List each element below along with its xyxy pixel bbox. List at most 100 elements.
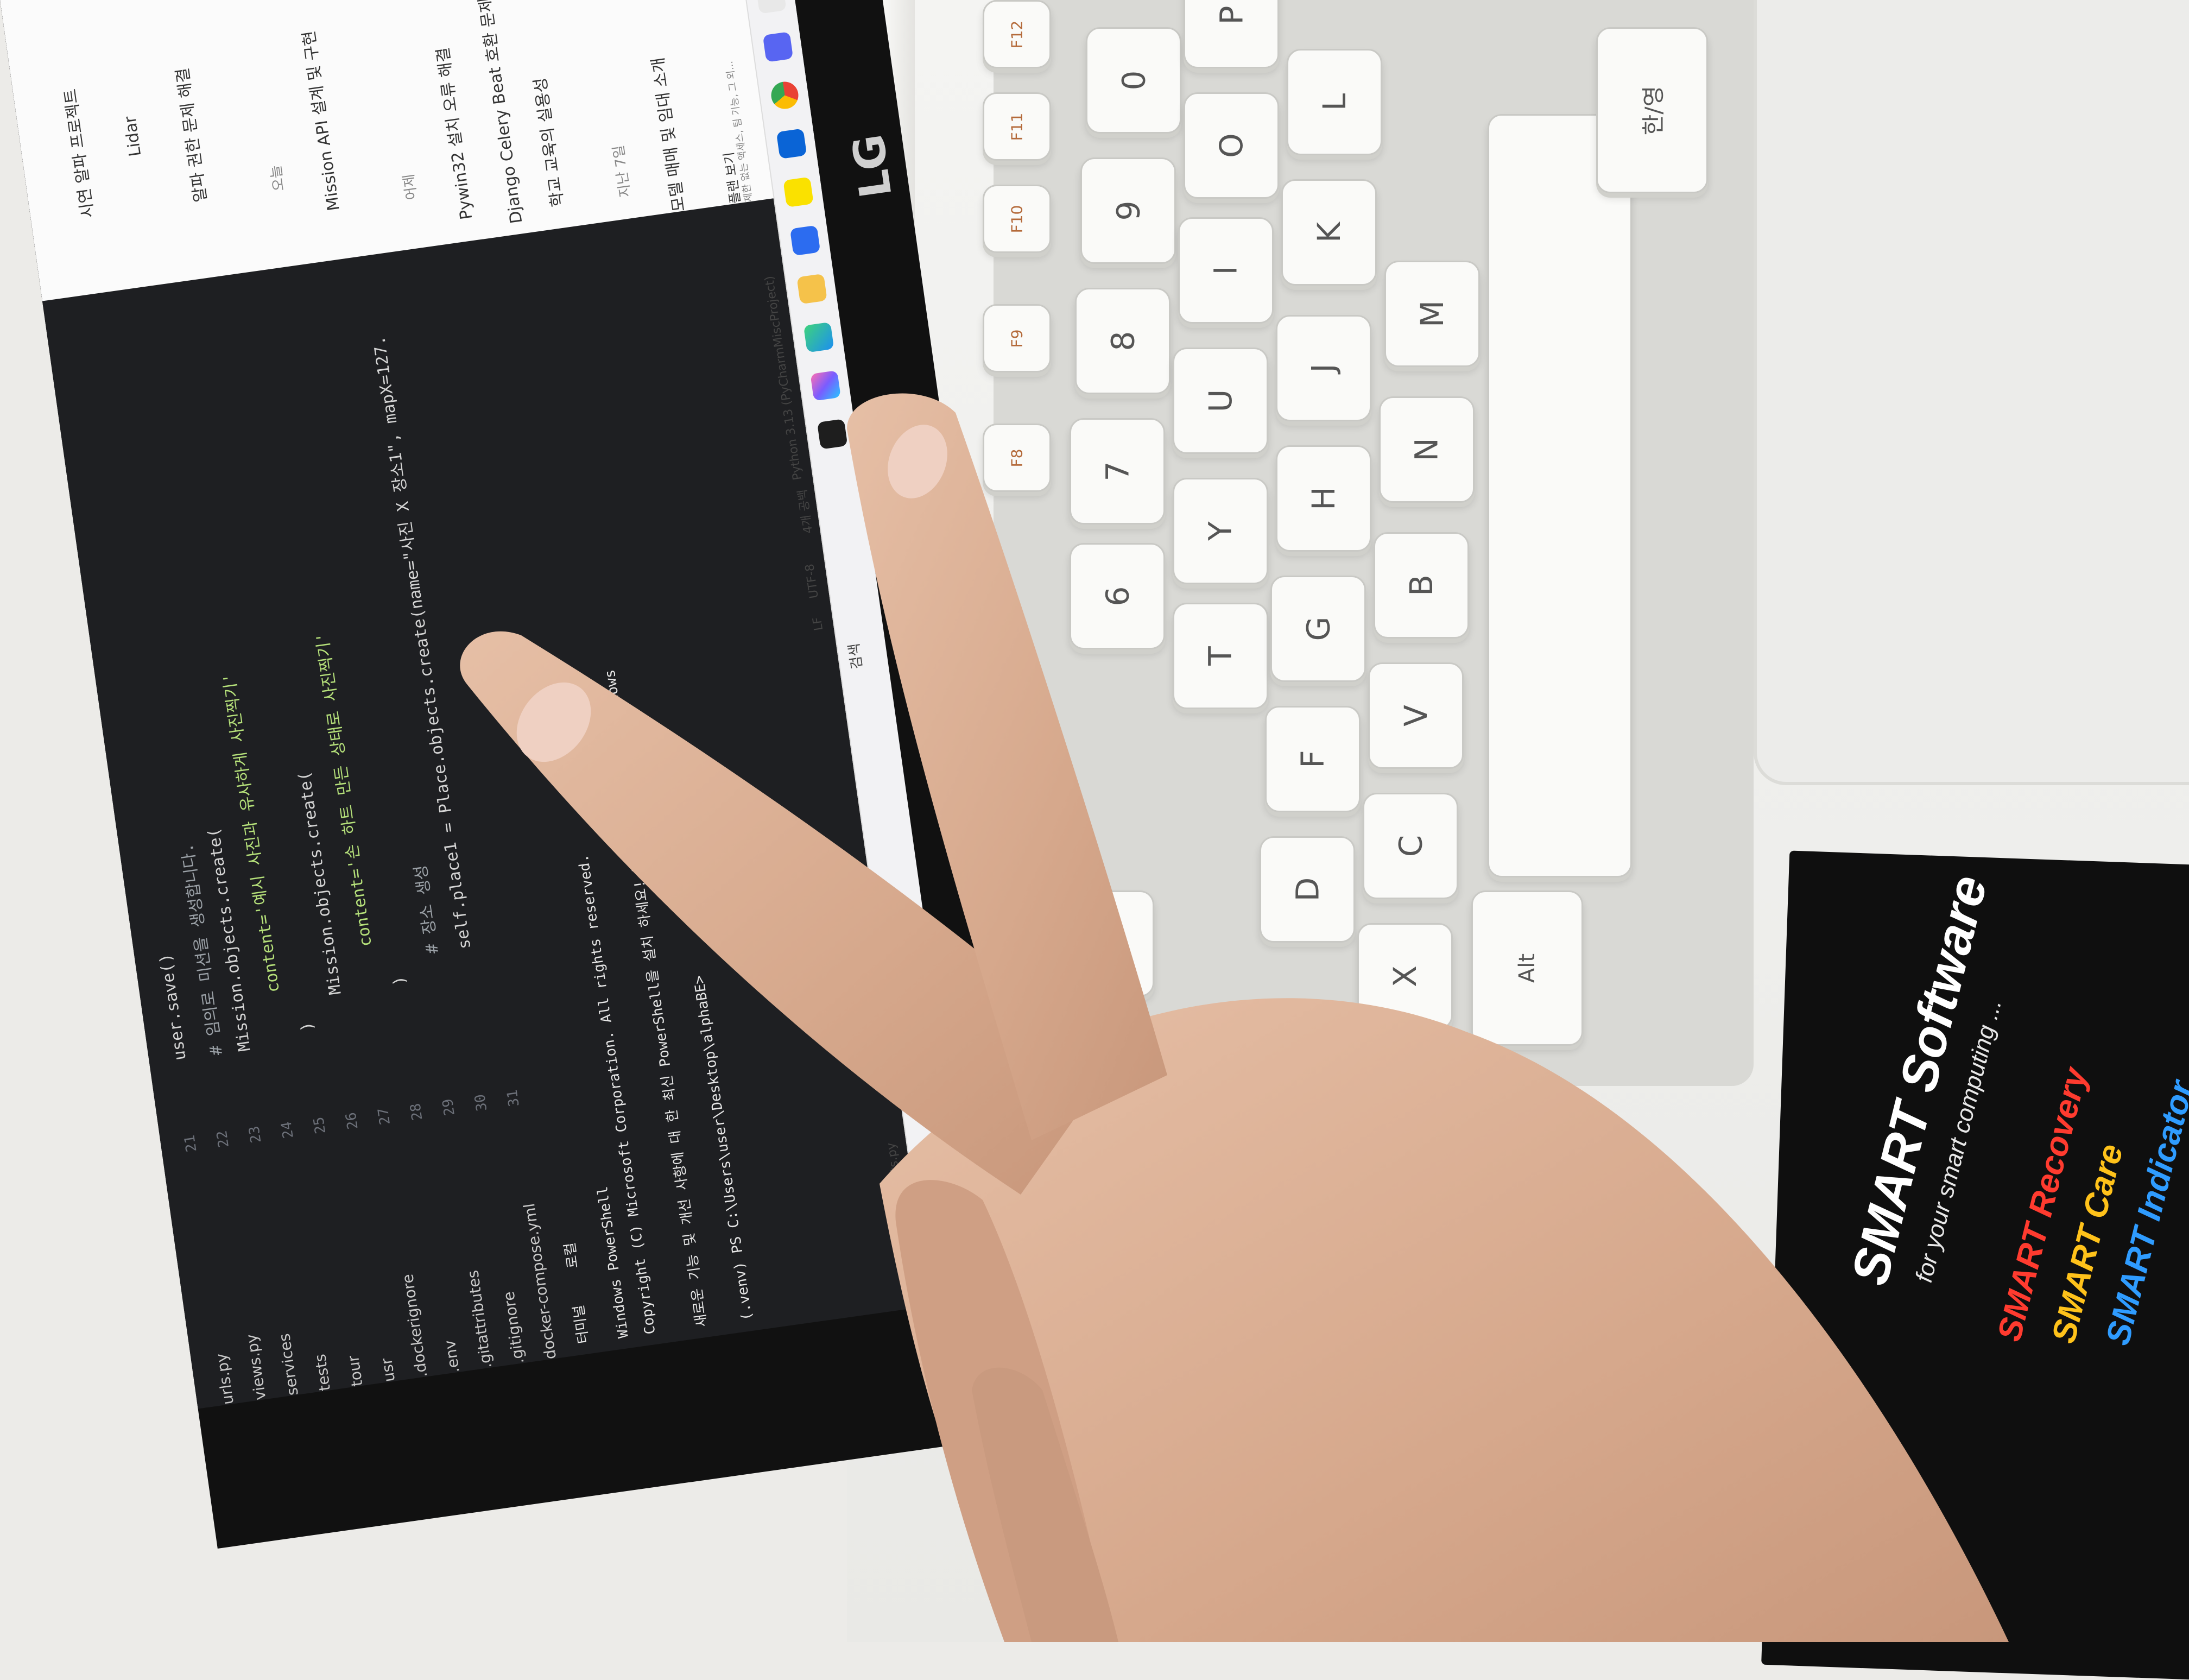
terminal-tab-local[interactable]: 로컬	[559, 1241, 582, 1270]
sidebar-item[interactable]: 알파 권한 문제 해결	[169, 66, 211, 204]
edge-icon[interactable]	[803, 321, 834, 353]
key-7: 7	[1070, 418, 1165, 525]
taskbar-app-icon[interactable]	[817, 419, 848, 450]
key-label: 3	[1088, 933, 1125, 954]
file-item[interactable]: docker-compose.yml	[520, 1202, 560, 1360]
status-indent[interactable]: 4개 공백	[793, 488, 816, 534]
folder-item[interactable]: usr	[377, 1357, 398, 1383]
key-v: V	[1368, 662, 1464, 769]
key-label: D	[1288, 877, 1326, 902]
browser-sidebar: 시연 알파 프로젝트 Lidar 알파 권한 문제 해결 오늘 Mission …	[0, 0, 822, 301]
sidebar-item[interactable]: 학교 교육의 실용성	[527, 76, 568, 209]
code-line[interactable]: user.save()	[156, 952, 190, 1062]
file-item[interactable]: .gitignore	[499, 1291, 527, 1365]
monitor-brand-logo: LG	[843, 131, 902, 201]
file-item[interactable]: .gitattributes	[464, 1269, 495, 1369]
key-label: X	[1386, 965, 1424, 987]
key-f12: F12	[983, 0, 1051, 68]
key-space	[1488, 114, 1632, 877]
sidebar-item[interactable]: 모델 매매 및 임대 소개	[644, 56, 689, 213]
key-label: C	[1392, 835, 1429, 857]
key-d: D	[1260, 836, 1355, 943]
line-number: 25	[311, 1115, 330, 1135]
key-label: B	[1402, 574, 1440, 596]
key-label: F8	[1008, 449, 1026, 467]
folder-icon[interactable]	[796, 273, 827, 305]
terminal-tab[interactable]: 터미널	[567, 1304, 593, 1345]
outlook-icon[interactable]	[776, 128, 807, 159]
line-number: 29	[439, 1097, 458, 1117]
key-f9: F9	[983, 304, 1051, 372]
file-item[interactable]: .env	[441, 1339, 463, 1374]
code-line[interactable]: # 장소 생성	[407, 864, 443, 956]
file-item[interactable]: views.py	[243, 1333, 270, 1401]
status-encoding[interactable]: UTF-8	[803, 563, 821, 599]
taskbar-search[interactable]: 검색	[843, 642, 866, 671]
key-label: L	[1315, 93, 1353, 111]
copilot-icon[interactable]	[810, 370, 841, 401]
breadcrumb-item[interactable]: mission	[892, 1197, 912, 1245]
line-number: 27	[375, 1107, 394, 1126]
code-line[interactable]: )	[389, 975, 409, 987]
key-0: 0	[1086, 27, 1181, 134]
key-t: T	[1173, 603, 1268, 709]
key-y: Y	[1173, 478, 1268, 584]
code-line[interactable]: self.place1 = Place.objects.create(name=…	[365, 334, 475, 951]
key-label: V	[1397, 705, 1434, 727]
key-label: Alt	[1514, 953, 1540, 983]
file-item[interactable]: .dockerignore	[398, 1273, 431, 1378]
kakaotalk-icon[interactable]	[783, 176, 814, 208]
store-icon[interactable]	[789, 225, 821, 256]
key-label: F4	[1008, 839, 1026, 858]
key-f10: F10	[983, 185, 1051, 253]
status-line-sep[interactable]: LF	[811, 616, 826, 631]
notepad-icon[interactable]	[756, 0, 787, 14]
key-b: B	[1374, 532, 1469, 639]
key-f: F	[1265, 706, 1361, 812]
discord-icon[interactable]	[762, 31, 794, 62]
sidebar-item[interactable]: Lidar	[121, 115, 145, 157]
line-number: 26	[343, 1111, 362, 1130]
line-number: 21	[181, 1134, 200, 1153]
chrome-icon[interactable]	[769, 80, 800, 111]
key-label: F10	[1008, 205, 1026, 233]
key-x: X	[1357, 923, 1453, 1030]
key-m: M	[1384, 261, 1480, 367]
sidebar-item-active[interactable]: Mission API 설계 및 구현	[295, 29, 344, 213]
key-label: F9	[1008, 329, 1026, 348]
key-label: 0	[1115, 70, 1152, 91]
section-heading: 오늘	[268, 164, 288, 192]
taskbar-weather[interactable]: 가끔 흐림	[925, 1223, 948, 1273]
line-number: 24	[278, 1120, 297, 1140]
key-k: K	[1281, 179, 1377, 286]
key-9: 9	[1080, 157, 1176, 264]
code-line[interactable]: )	[298, 1020, 318, 1033]
key-label: O	[1213, 133, 1250, 158]
key-6: 6	[1070, 543, 1165, 649]
touchpad	[1754, 0, 2189, 785]
key-label: U	[1201, 389, 1239, 413]
folder-item[interactable]: tests	[311, 1353, 334, 1392]
sidebar-item[interactable]: Pywin32 설치 오류 해결	[429, 46, 477, 222]
sidebar-item[interactable]: 시연 알파 프로젝트	[56, 87, 98, 220]
key-label: F5	[1008, 753, 1026, 771]
key-label: T	[1202, 646, 1239, 666]
key-label: 9	[1110, 200, 1147, 221]
sidebar-item[interactable]: Django Celery Beat 호환 문제	[471, 0, 527, 225]
line-number: 22	[213, 1129, 232, 1149]
key-o: O	[1184, 92, 1279, 199]
taskbar-weather-sub: 내일	[947, 1246, 964, 1271]
key-8: 8	[1075, 288, 1171, 394]
key-f8: F8	[983, 424, 1051, 492]
breadcrumb-item[interactable]: tests.py	[884, 1142, 904, 1191]
folder-item[interactable]: services	[275, 1332, 302, 1397]
line-number: 23	[246, 1125, 265, 1144]
key-h: H	[1276, 445, 1371, 552]
file-item[interactable]: urls.py	[212, 1352, 237, 1406]
key-label: H	[1305, 487, 1342, 510]
breadcrumb-item[interactable]: alphaBE	[899, 1248, 919, 1298]
folder-item[interactable]: tour	[344, 1354, 366, 1387]
sticker-content: SMART Software for your smart computing …	[1761, 850, 2189, 1679]
key-label: 8	[1104, 331, 1141, 351]
line-number: 31	[504, 1088, 523, 1108]
